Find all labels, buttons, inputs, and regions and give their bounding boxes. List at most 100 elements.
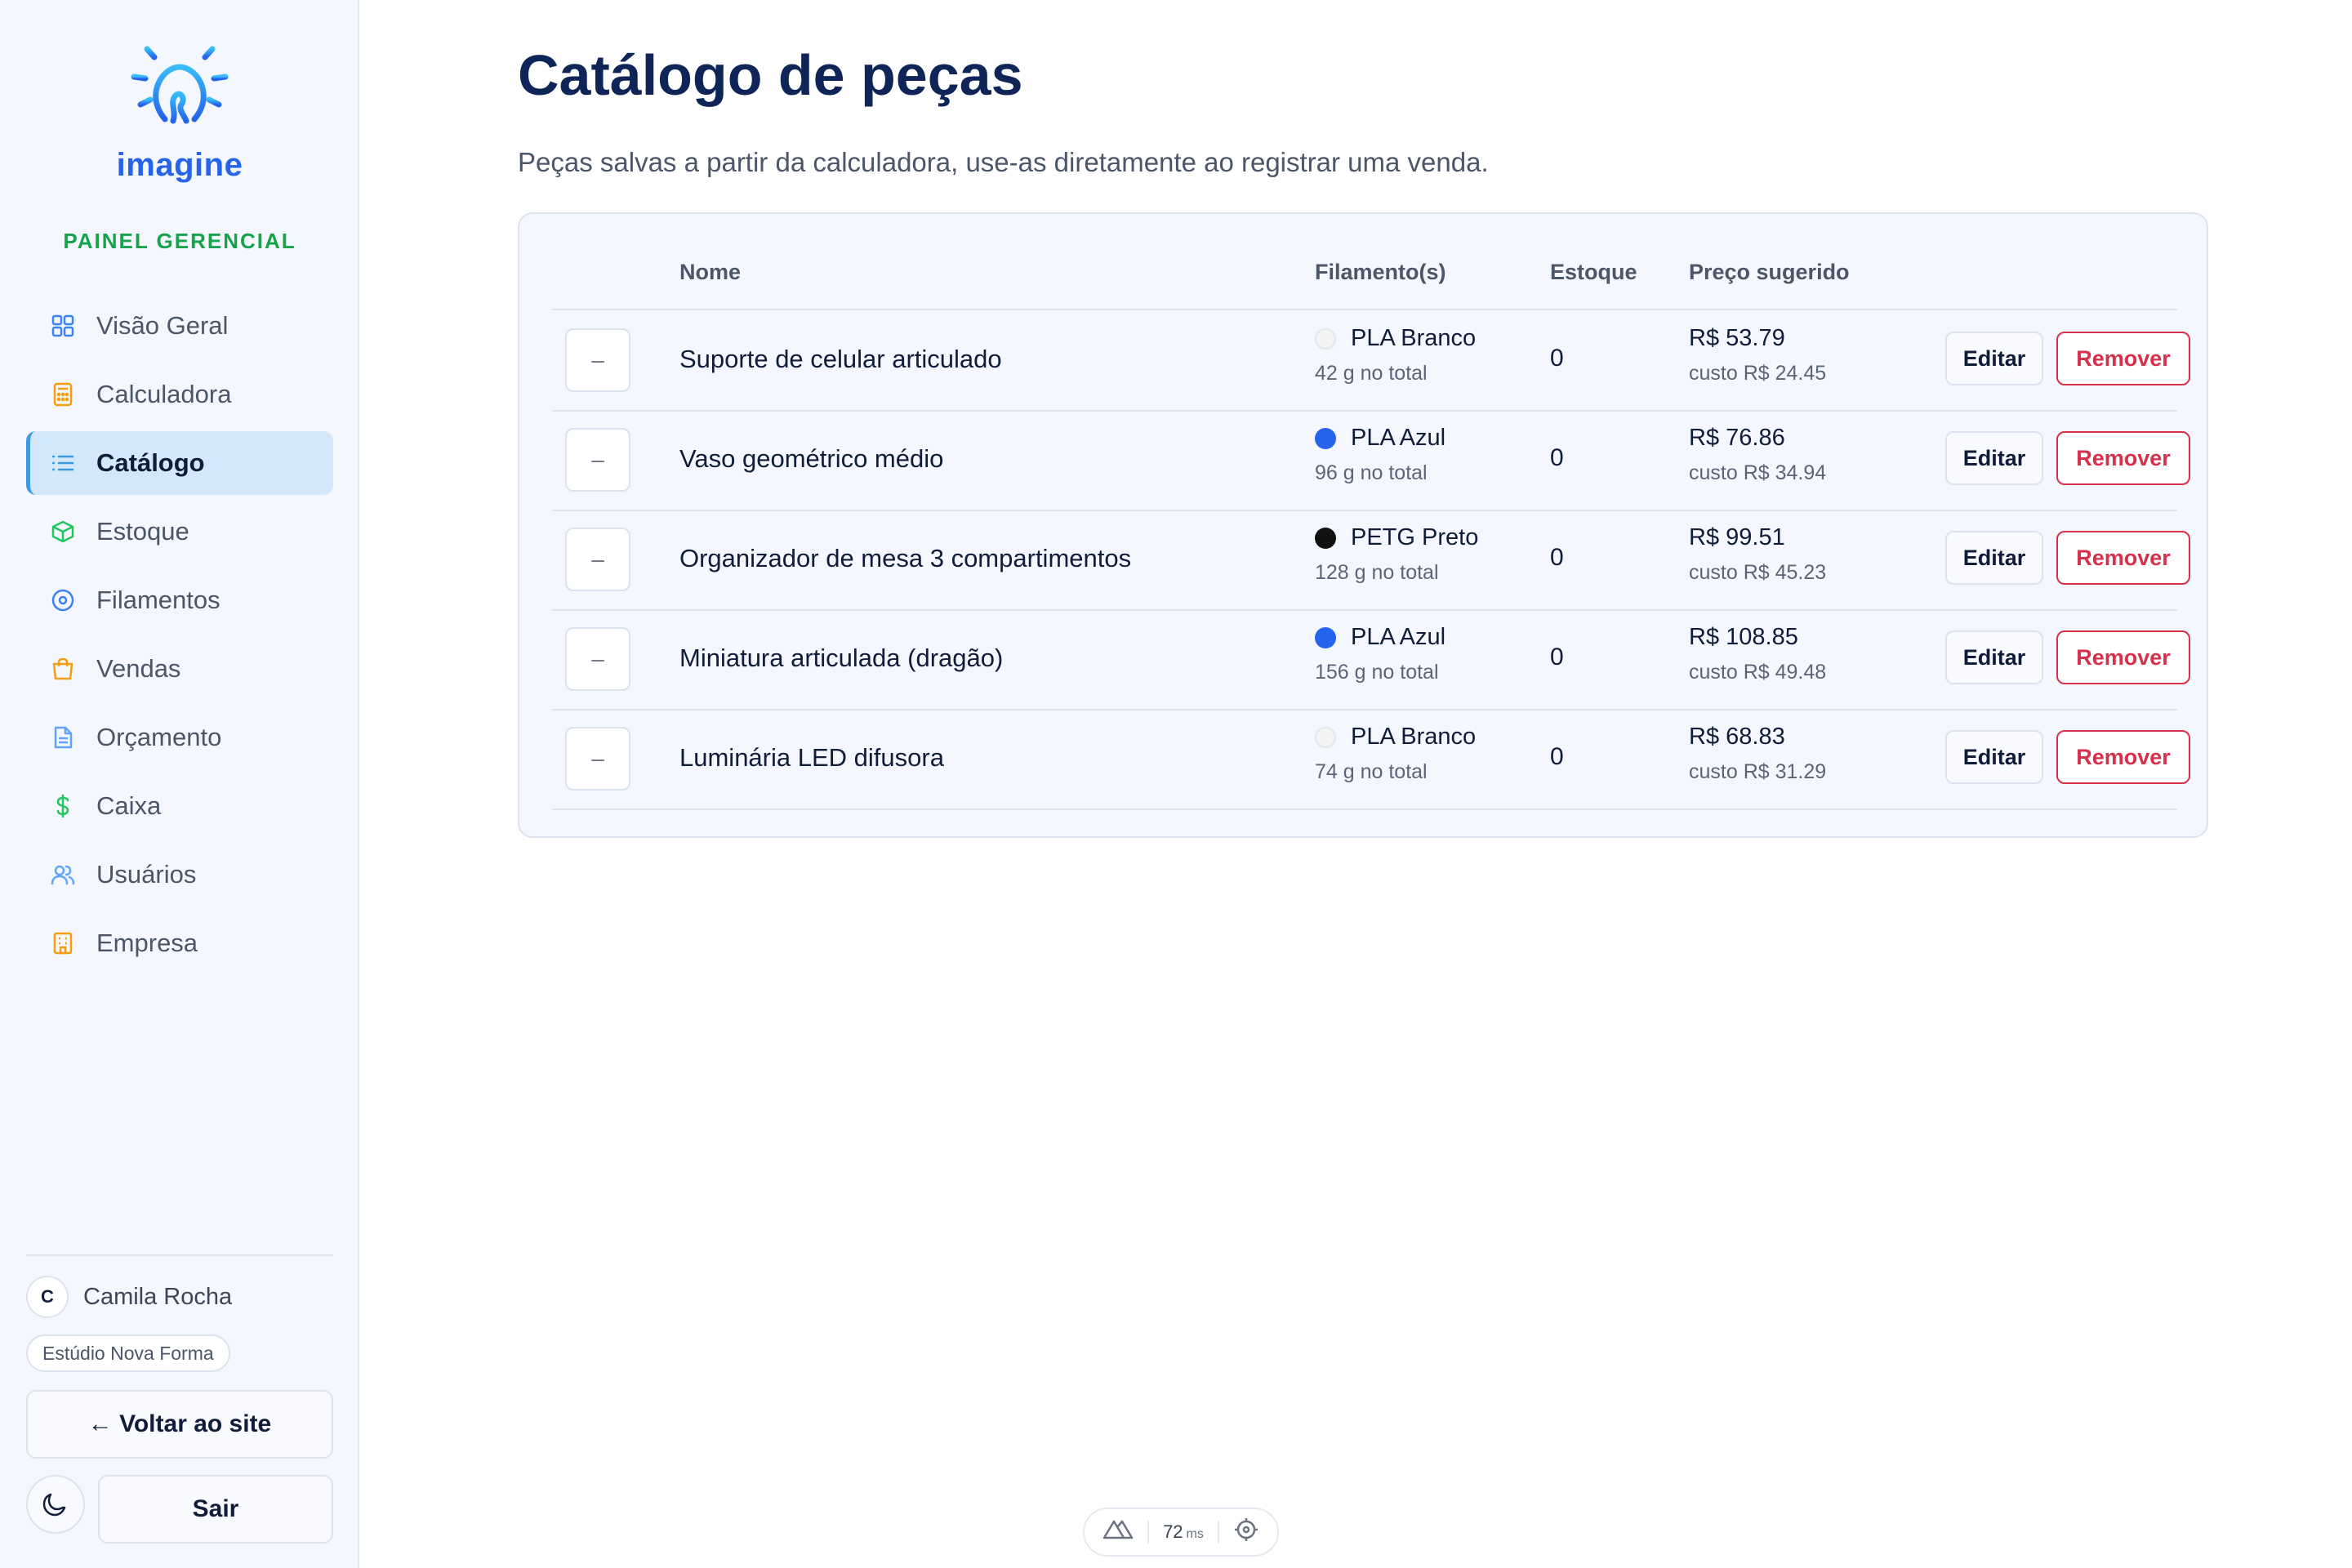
sidebar-item-vendas[interactable]: Vendas [26,637,333,701]
sidebar-item-caixa[interactable]: Caixa [26,774,333,838]
edit-button[interactable]: Editar [1945,630,2043,684]
page-title: Catálogo de peças [518,43,1023,107]
cost-value: custo R$ 45.23 [1689,561,1827,584]
catalog-table-card: Nome Filamento(s) Estoque Preço sugerido… [518,212,2208,838]
edit-button[interactable]: Editar [1945,431,2043,485]
part-thumbnail[interactable]: – [565,627,630,691]
user-info: C Camila Rocha [26,1276,232,1318]
sidebar-item-label: Estoque [96,517,189,546]
filament-grams: 128 g no total [1315,561,1439,584]
users-icon [49,861,77,889]
toolbar-divider [1217,1521,1219,1544]
table-header: Nome Filamento(s) Estoque Preço sugerido [552,260,2177,310]
column-header-stock[interactable]: Estoque [1550,260,1637,285]
part-name: Vaso geométrico médio [679,444,944,473]
table-row: – Miniatura articulada (dragão) PLA Azul… [552,609,2190,710]
filament-color-swatch [1315,527,1336,549]
document-icon [49,724,77,751]
logout-button[interactable]: Sair [98,1475,333,1544]
remove-button[interactable]: Remover [2056,531,2190,585]
filament-color-swatch [1315,427,1336,449]
price-cell: R$ 76.86 custo R$ 34.94 [1689,425,1826,485]
filament-name: PLA Branco [1351,325,1477,351]
stock-value: 0 [1550,743,1564,770]
sidebar-item-label: Vendas [96,654,181,683]
sidebar-item-estoque[interactable]: Estoque [26,500,333,564]
suggested-price: R$ 108.85 [1689,624,1798,650]
table-row: – Suporte de celular articulado PLA Bran… [552,310,2190,412]
part-thumbnail[interactable]: – [565,727,630,791]
suggested-price: R$ 99.51 [1689,524,1785,550]
part-thumbnail[interactable]: – [565,428,630,492]
dollar-icon [49,792,77,820]
filament-name: PLA Azul [1351,624,1446,650]
part-thumbnail[interactable]: – [565,328,630,392]
sidebar-item-empresa[interactable]: Empresa [26,911,333,975]
panel-label: PAINEL GERENCIAL [63,229,296,253]
lightbulb-logo-icon [131,33,229,131]
moon-icon [42,1493,66,1517]
suggested-price: R$ 68.83 [1689,724,1785,750]
column-header-price[interactable]: Preço sugerido [1689,260,1850,285]
sidebar-item-label: Usuários [96,860,197,889]
theme-toggle-button[interactable] [26,1475,85,1534]
building-icon [49,929,77,957]
part-thumbnail[interactable]: – [565,528,630,591]
cart-icon [49,655,77,683]
filament-color-swatch [1315,726,1336,748]
sidebar-item-usuarios[interactable]: Usuários [26,843,333,906]
sidebar-item-filamentos[interactable]: Filamentos [26,568,333,632]
sidebar-item-label: Filamentos [96,586,220,614]
price-cell: R$ 99.51 custo R$ 45.23 [1689,524,1826,585]
filament-cell: PLA Azul 96 g no total [1315,425,1446,485]
price-cell: R$ 108.85 custo R$ 49.48 [1689,624,1826,684]
remove-button[interactable]: Remover [2056,332,2190,385]
edit-button[interactable]: Editar [1945,531,2043,585]
avatar[interactable]: C [26,1276,69,1318]
brand-name: imagine [116,147,243,183]
remove-button[interactable]: Remover [2056,730,2190,784]
sidebar-divider [26,1254,333,1256]
cost-value: custo R$ 31.29 [1689,760,1827,783]
filament-cell: PETG Preto 128 g no total [1315,524,1478,585]
filament-cell: PLA Branco 42 g no total [1315,325,1476,385]
filament-grams: 42 g no total [1315,362,1428,385]
calculator-icon [49,381,77,408]
price-cell: R$ 53.79 custo R$ 24.45 [1689,325,1826,385]
stock-value: 0 [1550,444,1564,471]
filament-name: PETG Preto [1351,524,1479,550]
list-icon [49,449,77,477]
column-header-filament[interactable]: Filamento(s) [1315,260,1446,285]
sidebar-item-visao-geral[interactable]: Visão Geral [26,294,333,358]
back-to-site-button[interactable]: ← Voltar ao site [26,1390,333,1459]
crosshair-icon[interactable] [1233,1517,1259,1548]
edit-button[interactable]: Editar [1945,332,2043,385]
suggested-price: R$ 76.86 [1689,425,1785,451]
price-cell: R$ 68.83 custo R$ 31.29 [1689,724,1826,784]
remove-button[interactable]: Remover [2056,431,2190,485]
filament-grams: 156 g no total [1315,661,1439,684]
nuxt-logo-icon[interactable] [1102,1519,1134,1545]
part-name: Organizador de mesa 3 compartimentos [679,544,1132,572]
sidebar-item-catalogo[interactable]: Catálogo [26,431,333,495]
company-badge: Estúdio Nova Forma [26,1334,230,1372]
part-name: Suporte de celular articulado [679,345,1002,373]
stock-value: 0 [1550,644,1564,670]
filament-cell: PLA Azul 156 g no total [1315,624,1446,684]
edit-button[interactable]: Editar [1945,730,2043,784]
column-header-name[interactable]: Nome [679,260,741,285]
brand-logo[interactable]: imagine [0,29,359,184]
table-row: – Vaso geométrico médio PLA Azul 96 g no… [552,410,2190,511]
sidebar-nav: Visão Geral Calculadora Catálogo Estoque… [26,294,333,980]
sidebar-item-calculadora[interactable]: Calculadora [26,363,333,426]
filament-grams: 96 g no total [1315,461,1428,484]
sidebar-item-label: Catálogo [96,448,205,477]
remove-button[interactable]: Remover [2056,630,2190,684]
sidebar-item-label: Orçamento [96,723,222,751]
table-row: – Luminária LED difusora PLA Branco 74 g… [552,709,2190,810]
sidebar-item-label: Caixa [96,791,162,820]
cost-value: custo R$ 34.94 [1689,461,1827,484]
sidebar-item-orcamento[interactable]: Orçamento [26,706,333,769]
dev-toolbar[interactable]: 72 ms [1083,1508,1279,1557]
sidebar-item-label: Empresa [96,929,198,957]
